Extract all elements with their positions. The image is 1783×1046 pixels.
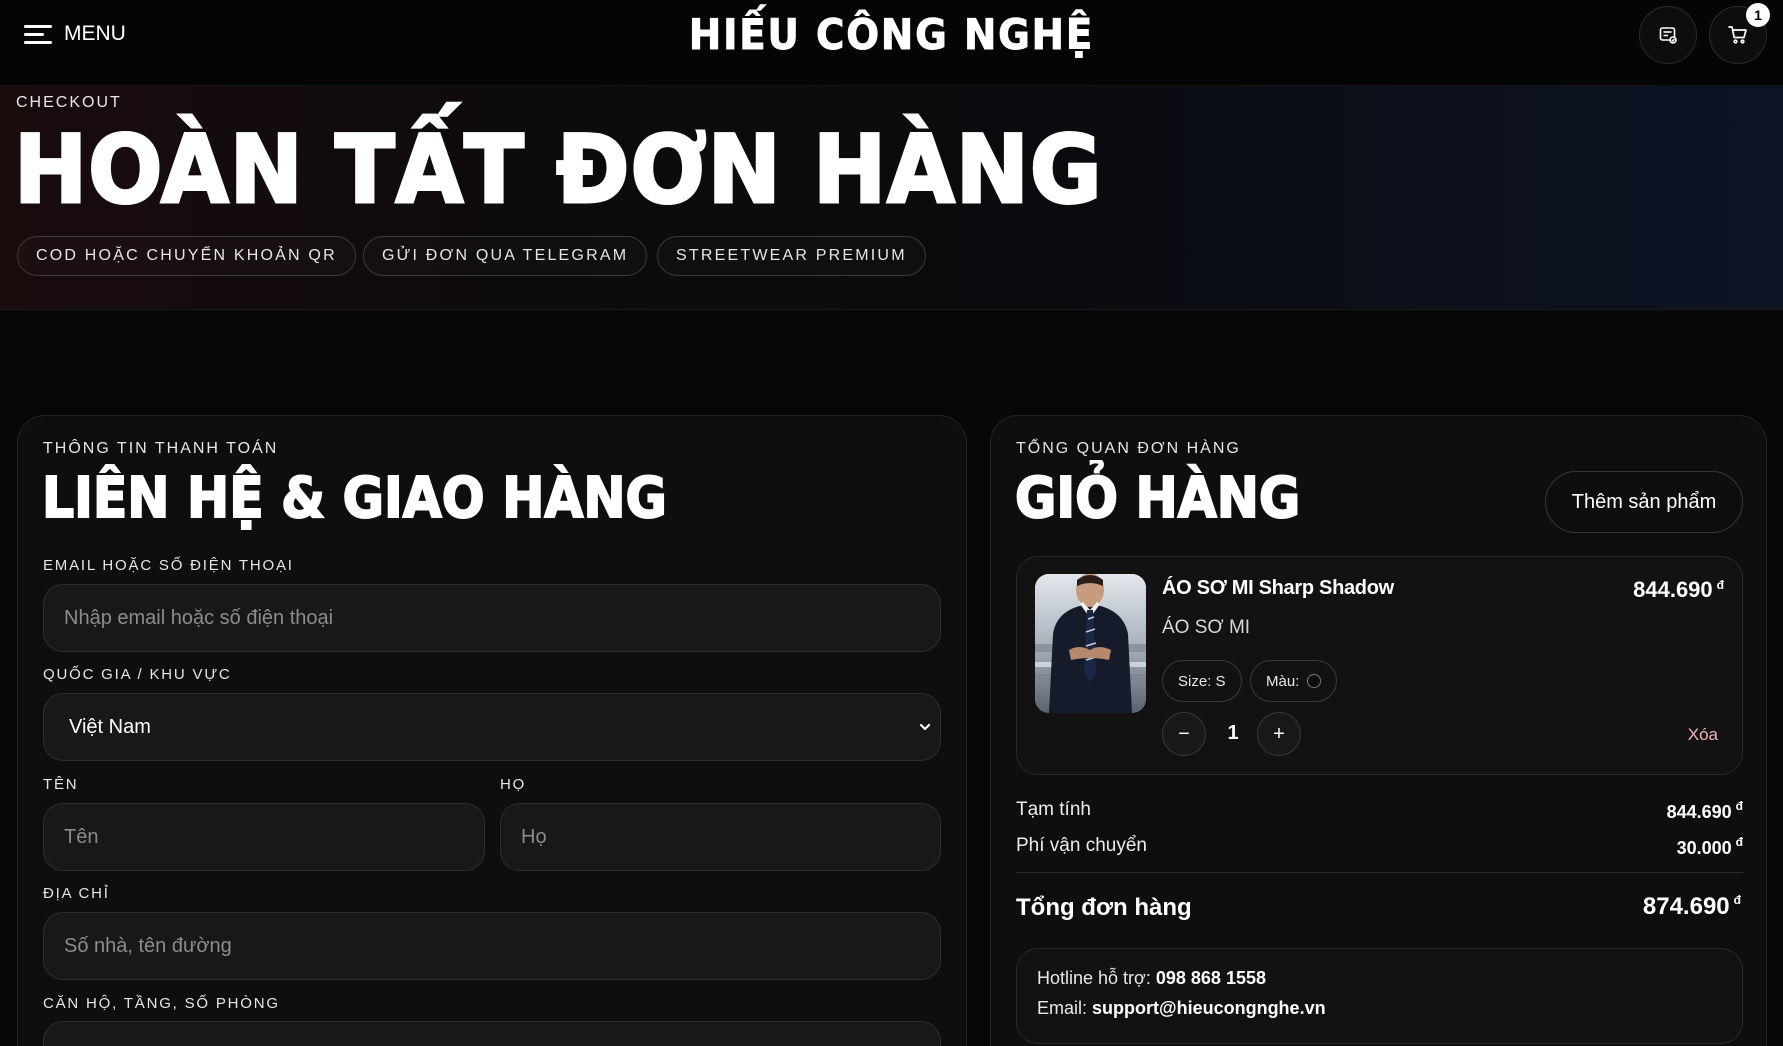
address-label: ĐỊA CHỈ [43,885,110,902]
decrease-quantity-button[interactable]: − [1162,712,1206,756]
cart-count-badge: 1 [1746,3,1770,27]
cart-eyebrow: TỔNG QUAN ĐƠN HÀNG [1016,440,1241,457]
shipping-label: Phí vận chuyển [1016,835,1147,856]
currency-symbol: đ [1733,893,1741,907]
size-chip: Size: S [1162,660,1242,702]
hero-chip-telegram: GỬI ĐƠN QUA TELEGRAM [363,236,648,276]
color-chip: Màu: [1250,660,1338,702]
first-name-label: TÊN [43,776,79,793]
subtotal-row: Tạm tính 844.690 đ [1016,799,1743,827]
hero-chip-streetwear: STREETWEAR PREMIUM [657,236,926,276]
cart-title: GIỎ HÀNG [1014,465,1301,532]
last-name-input[interactable] [500,803,941,871]
summary-divider [1016,872,1743,873]
hero-chip-payment: COD HOẶC CHUYỂN KHOẢN QR [17,236,356,276]
apartment-input[interactable] [43,1021,941,1046]
product-image[interactable] [1035,574,1146,713]
shipping-amount: 30.000 đ [1677,835,1743,859]
country-select-value: Việt Nam [69,715,151,738]
currency-symbol: đ [1735,835,1743,849]
color-swatch [1307,674,1322,688]
hotline-label: Hotline hỗ trợ: [1037,968,1151,988]
chevron-down-icon [919,723,931,731]
billing-title: LIÊN HỆ & GIAO HÀNG [41,465,668,532]
address-input[interactable] [43,912,941,980]
total-value: 874.690 [1642,893,1730,920]
product-price-value: 844.690 [1633,577,1713,602]
hamburger-icon [24,24,52,44]
add-product-button[interactable]: Thêm sản phẩm [1545,471,1743,533]
currency-symbol: đ [1735,799,1743,813]
support-email-link[interactable]: support@hieucongnghe.vn [1092,998,1326,1018]
country-select[interactable]: Việt Nam [43,693,941,761]
product-photo-illustration [1035,574,1146,713]
email-label: Email: [1037,998,1088,1018]
hero-eyebrow: CHECKOUT [16,94,122,111]
remove-item-button[interactable]: Xóa [1688,725,1718,745]
shipping-row: Phí vận chuyển 30.000 đ [1016,835,1743,863]
cart-panel: TỔNG QUAN ĐƠN HÀNG GIỎ HÀNG Thêm sản phẩ… [990,415,1767,1046]
shipping-value: 30.000 [1676,838,1732,858]
contact-input[interactable] [43,584,941,652]
product-category: ÁO SƠ MI [1162,617,1251,638]
hotline-line: Hotline hỗ trợ: 098 868 1558 [1037,968,1266,989]
billing-eyebrow: THÔNG TIN THANH TOÁN [43,440,279,457]
last-name-label: HỌ [500,776,527,793]
first-name-input[interactable] [43,803,485,871]
apartment-label: CĂN HỘ, TẦNG, SỐ PHÒNG [43,995,280,1012]
increase-quantity-button[interactable]: + [1257,712,1301,756]
total-amount: 874.690 đ [1643,893,1741,921]
subtotal-value: 844.690 [1666,802,1732,822]
cart-item: ÁO SƠ MI Sharp Shadow ÁO SƠ MI 844.690 đ … [1016,556,1743,775]
brand-logo[interactable]: HIẾU CÔNG NGHỆ [71,10,1711,60]
country-label: QUỐC GIA / KHU VỰC [43,666,232,683]
top-bar: MENU HIẾU CÔNG NGHỆ 1 [0,0,1783,86]
contact-label: EMAIL HOẶC SỐ ĐIỆN THOẠI [43,557,294,574]
orders-button[interactable] [1639,6,1697,64]
subtotal-amount: 844.690 đ [1667,799,1743,823]
color-label: Màu: [1266,672,1300,690]
total-label: Tổng đơn hàng [1016,894,1192,921]
checkout-hero: CHECKOUT HOÀN TẤT ĐƠN HÀNG COD HOẶC CHUY… [0,86,1783,310]
quantity-value: 1 [1227,722,1239,744]
cart-icon [1728,26,1747,44]
product-name[interactable]: ÁO SƠ MI Sharp Shadow [1162,577,1394,600]
order-receipt-icon [1659,27,1677,44]
billing-panel: THÔNG TIN THANH TOÁN LIÊN HỆ & GIAO HÀNG… [17,415,967,1046]
page-title: HOÀN TẤT ĐƠN HÀNG [13,115,1103,227]
email-line: Email: support@hieucongnghe.vn [1037,998,1326,1019]
currency-symbol: đ [1716,578,1724,592]
product-price: 844.690 đ [1633,577,1724,603]
hotline-number[interactable]: 098 868 1558 [1156,968,1266,988]
support-box: Hotline hỗ trợ: 098 868 1558 Email: supp… [1016,948,1743,1044]
subtotal-label: Tạm tính [1016,799,1091,820]
